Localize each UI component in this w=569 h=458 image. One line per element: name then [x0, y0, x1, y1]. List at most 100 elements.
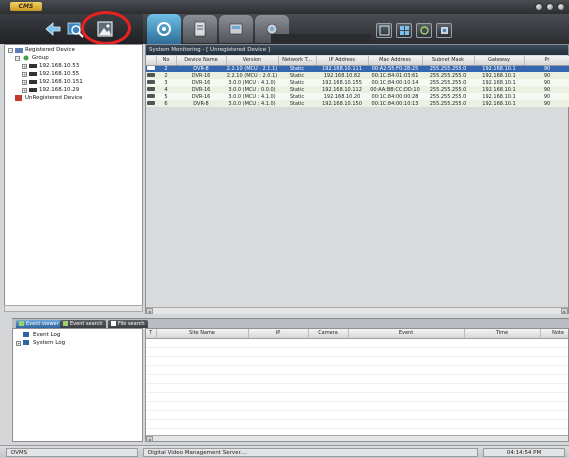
- table-cell: 192.168.10.1: [474, 100, 524, 107]
- table-row[interactable]: 6 DVR-8 3.0.0 (MCU : 4.1.0) Static 192.168.1…: [146, 100, 569, 107]
- search-icon[interactable]: [64, 18, 86, 40]
- collapse-icon[interactable]: −: [15, 55, 20, 61]
- dvr-icon: [29, 72, 37, 76]
- table-cell: 2: [156, 72, 176, 79]
- table-cell: 255.255.255.0: [422, 72, 474, 79]
- column-header[interactable]: Device Name: [176, 56, 227, 66]
- dvr-icon: [147, 86, 155, 91]
- dvr-icon: [147, 65, 155, 70]
- tab-file-search[interactable]: File search: [108, 320, 148, 328]
- column-header[interactable]: Pr: [524, 56, 569, 66]
- column-header[interactable]: T: [146, 329, 157, 339]
- column-header[interactable]: Version: [226, 56, 279, 66]
- table-cell: DVR-8: [176, 100, 226, 107]
- expand-icon[interactable]: +: [16, 340, 21, 346]
- column-header[interactable]: Gateway: [474, 56, 525, 66]
- column-header[interactable]: Site Name: [156, 329, 249, 339]
- column-header[interactable]: Time: [464, 329, 541, 339]
- monitoring-tab[interactable]: [147, 14, 181, 44]
- tree-label: Event Log: [33, 332, 61, 338]
- settings-view-icon[interactable]: [436, 23, 452, 38]
- table-cell: 00:1C:84:01:03:61: [368, 72, 422, 79]
- table-cell: 2.2.10 (MCU : 2.0.1): [226, 72, 278, 79]
- table-row[interactable]: 2 DVR-16 2.2.10 (MCU : 2.0.1) Static 192.168…: [146, 72, 569, 79]
- status-bar: DVMS Digital Video Management Server....…: [0, 445, 569, 458]
- tree-device[interactable]: + 192.168.10.151: [22, 78, 83, 86]
- tree-registered[interactable]: − Registered Device: [8, 46, 75, 54]
- table-row[interactable]: 2 DVR-8 2.2.10 (MCU : 2.1.1) Static 192.168.…: [146, 65, 569, 72]
- table-cell: DVR-16: [176, 72, 226, 79]
- empty-log-row: [146, 411, 568, 420]
- expand-icon[interactable]: +: [22, 87, 27, 93]
- tree-scrollbar[interactable]: [4, 305, 143, 312]
- tab-event-search[interactable]: Event search: [60, 320, 106, 328]
- minimize-button[interactable]: [535, 3, 543, 11]
- horizontal-scrollbar[interactable]: ◂: [146, 435, 568, 441]
- empty-log-row: [146, 402, 568, 411]
- scroll-left-icon[interactable]: ◂: [146, 436, 153, 441]
- table-cell: 00:1C:84:00:10:13: [368, 100, 422, 107]
- maximize-button[interactable]: [546, 3, 554, 11]
- event-viewer-icon: [19, 321, 24, 326]
- panel-title: System Monitoring - [ Unregistered Devic…: [146, 45, 568, 55]
- tab-event-viewer[interactable]: Event viewer: [16, 320, 62, 328]
- refresh-icon[interactable]: [416, 23, 432, 38]
- horizontal-scrollbar[interactable]: ◂ ▸: [146, 307, 568, 314]
- collapse-icon[interactable]: −: [8, 47, 13, 53]
- column-header[interactable]: No: [156, 56, 177, 66]
- log-table: T Site Name IP Camera Event Time Note: [146, 329, 568, 339]
- tree-event-log[interactable]: Event Log: [16, 331, 60, 339]
- quad-view-icon[interactable]: [396, 23, 412, 38]
- tab-label: Event search: [70, 321, 103, 327]
- tree-device[interactable]: + 192.168.10.55: [22, 70, 79, 78]
- tree-group[interactable]: − Group: [15, 54, 49, 62]
- document-tab[interactable]: [183, 15, 217, 43]
- column-header[interactable]: Note: [540, 329, 568, 339]
- table-cell: Static: [278, 79, 316, 86]
- column-header[interactable]: IP Address: [316, 56, 369, 66]
- empty-log-row: [146, 348, 568, 357]
- expand-icon[interactable]: +: [22, 63, 27, 69]
- table-row[interactable]: 4 DVR-16 3.0.0 (MCU : 0.0.0) Static 192.168.…: [146, 86, 569, 93]
- scroll-left-icon[interactable]: ◂: [146, 308, 153, 314]
- tree-label: Registered Device: [25, 47, 75, 53]
- column-header[interactable]: IP: [248, 329, 309, 339]
- table-row[interactable]: 3 DVR-16 3.0.0 (MCU : 4.1.0) Static 192.168.…: [146, 79, 569, 86]
- main-tabbar: [143, 14, 569, 44]
- tree-system-log[interactable]: + System Log: [16, 339, 65, 347]
- table-cell: 2: [156, 65, 176, 72]
- table-cell: 192.168.10.155: [316, 79, 368, 86]
- table-row[interactable]: 5 DVR-16 3.0.0 (MCU : 4.1.0) Static 192.168.…: [146, 93, 569, 100]
- column-header[interactable]: Network T...: [278, 56, 317, 66]
- row-icon-cell: [146, 100, 156, 107]
- expand-icon[interactable]: +: [22, 79, 27, 85]
- column-header[interactable]: Event: [348, 329, 465, 339]
- image-icon[interactable]: [94, 18, 116, 40]
- table-cell: 2.2.10 (MCU : 2.1.1): [226, 65, 278, 72]
- arrow-icon[interactable]: [42, 18, 64, 40]
- close-button[interactable]: [557, 3, 565, 11]
- folder-icon: [15, 48, 23, 53]
- tree-unregistered[interactable]: UnRegistered Device: [8, 94, 82, 102]
- dvr-icon: [29, 64, 37, 68]
- table-cell: 3.0.0 (MCU : 4.1.0): [226, 79, 278, 86]
- column-header[interactable]: Mac Address: [368, 56, 423, 66]
- column-header[interactable]: Subnet Mask: [422, 56, 475, 66]
- table-cell: 192.168.10.20: [316, 93, 368, 100]
- table-cell: 3.0.0 (MCU : 4.1.0): [226, 93, 278, 100]
- table-cell: 90: [524, 100, 569, 107]
- tree-label: 192.168.10.29: [39, 87, 80, 93]
- scroll-right-icon[interactable]: ▸: [561, 308, 568, 314]
- tree-device[interactable]: + 192.168.10.29: [22, 86, 79, 94]
- table-cell: 00:1C:84:00:00:28: [368, 93, 422, 100]
- table-cell: Static: [278, 65, 316, 72]
- single-view-icon[interactable]: [376, 23, 392, 38]
- table-cell: Static: [278, 72, 316, 79]
- storage-tab[interactable]: [219, 15, 253, 43]
- column-header[interactable]: Camera: [308, 329, 349, 339]
- table-cell: 192.168.10.1: [474, 79, 524, 86]
- dvr-icon: [147, 93, 155, 98]
- tree-device[interactable]: + 192.168.10.53: [22, 62, 79, 70]
- dvr-icon: [29, 88, 37, 92]
- expand-icon[interactable]: +: [22, 71, 27, 77]
